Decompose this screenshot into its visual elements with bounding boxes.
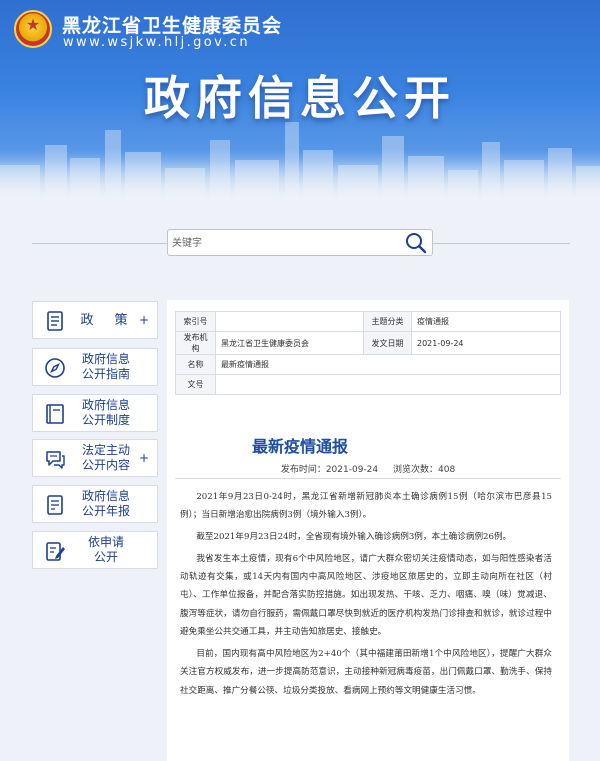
publish-time: 发布时间：2021-09-24 [280, 465, 379, 475]
search-divider-right [433, 243, 570, 244]
meta-label: 文号 [175, 374, 216, 395]
search-bar [167, 229, 433, 256]
meta-value [215, 374, 561, 395]
report-icon [47, 495, 63, 515]
article-meta: 发布时间：2021-09-24 浏览次数：408 [167, 462, 569, 475]
search-input[interactable] [172, 233, 396, 253]
sidebar-item-label: 政府信息 公开年报 [81, 489, 130, 518]
meta-value: 2021-09-24 [411, 331, 561, 355]
sidebar-item-label: 政 策 [80, 312, 132, 328]
meta-value: 最新疫情通报 [215, 354, 561, 375]
meta-label: 名称 [175, 354, 216, 375]
site-name[interactable]: 黑龙江省卫生健康委员会 [62, 11, 282, 38]
document-list-icon [47, 311, 63, 331]
article-paragraph: 目前，国内现有高中风险地区为2+40个（其中福建莆田新增1个中风险地区），提醒广… [180, 648, 552, 696]
article-title: 最新疫情通报 [251, 437, 348, 456]
meta-label: 发布机构 [175, 331, 216, 355]
edit-form-icon [46, 542, 65, 561]
article-paragraph: 2021年9月23日0-24时，黑龙江省新增新冠肺炎本土确诊病例15例（哈尔滨市… [180, 492, 552, 521]
national-emblem-logo[interactable] [14, 10, 52, 48]
divider [175, 478, 561, 479]
meta-label: 发文日期 [363, 331, 412, 355]
sidebar-item-label: 依申请 公开 [87, 535, 124, 564]
search-icon[interactable] [404, 232, 428, 254]
sidebar-item-label: 政府信息 公开制度 [81, 398, 130, 427]
header-banner: 黑龙江省卫生健康委员会 www.wsjkw.hlj.gov.cn 政府信息公开 [0, 0, 600, 200]
meta-label: 主题分类 [363, 311, 412, 332]
article-paragraph: 截至2021年9月23日24时，全省现有境外输入确诊病例3例，本土确诊病例26例… [196, 532, 512, 542]
sidebar-item-annual-report[interactable]: 政府信息 公开年报 [32, 485, 158, 523]
sidebar-item-label: 政府信息 公开指南 [81, 352, 130, 381]
sidebar-item-guide[interactable]: 政府信息 公开指南 [32, 348, 158, 386]
view-count: 浏览次数：408 [393, 465, 456, 475]
expand-plus-icon[interactable]: + [139, 313, 149, 327]
sidebar-item-policy[interactable]: 政 策 + [32, 301, 158, 339]
sidebar-item-system[interactable]: 政府信息 公开制度 [32, 394, 158, 432]
compass-icon [45, 358, 65, 378]
meta-value [215, 311, 364, 332]
article-body: 2021年9月23日0-24时，黑龙江省新增新冠肺炎本土确诊病例15例（哈尔滨市… [180, 488, 552, 703]
meta-label: 索引号 [175, 311, 216, 332]
sidebar-item-apply[interactable]: 依申请 公开 [32, 531, 158, 569]
document-meta-table: 索引号 主题分类 疫情通报 发布机构 黑龙江省卫生健康委员会 发文日期 2021… [175, 311, 561, 395]
meta-value: 疫情通报 [411, 311, 561, 332]
meta-value: 黑龙江省卫生健康委员会 [215, 331, 364, 355]
book-icon [46, 404, 64, 424]
site-url: www.wsjkw.hlj.gov.cn [63, 35, 250, 50]
article-paragraph: 我省发生本土疫情，现有6个中风险地区，请广大群众密切关注疫情动态，如与阳性感染者… [180, 553, 552, 638]
search-divider-left [32, 243, 167, 244]
banner-title: 政府信息公开 [144, 71, 456, 125]
